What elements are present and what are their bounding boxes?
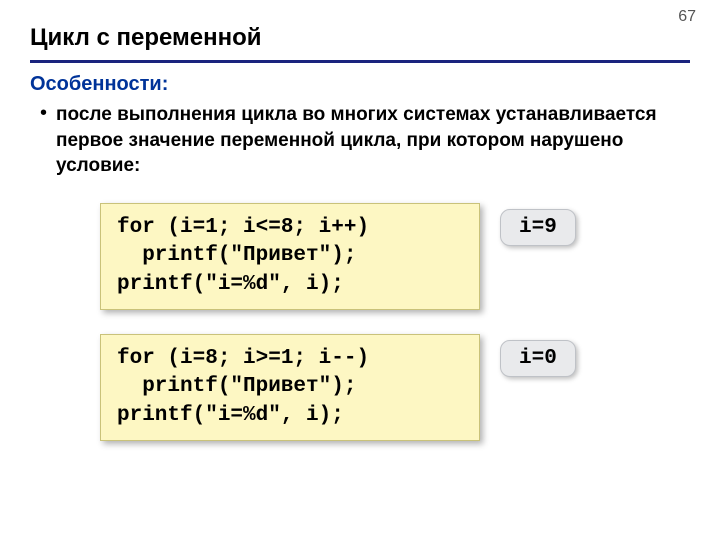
result-badge: i=0	[500, 340, 576, 377]
subtitle: Особенности:	[0, 63, 720, 100]
result-badge: i=9	[500, 209, 576, 246]
code-block: for (i=8; i>=1; i--) printf("Привет"); p…	[100, 334, 480, 441]
example-2: for (i=8; i>=1; i--) printf("Привет"); p…	[100, 334, 630, 441]
bullet-item: после выполнения цикла во многих система…	[0, 100, 720, 193]
example-1: for (i=1; i<=8; i++) printf("Привет"); p…	[100, 203, 630, 310]
bullet-text: после выполнения цикла во многих система…	[56, 102, 690, 179]
slide-title: Цикл с переменной	[0, 0, 720, 56]
page-number: 67	[678, 8, 696, 26]
code-block: for (i=1; i<=8; i++) printf("Привет"); p…	[100, 203, 480, 310]
